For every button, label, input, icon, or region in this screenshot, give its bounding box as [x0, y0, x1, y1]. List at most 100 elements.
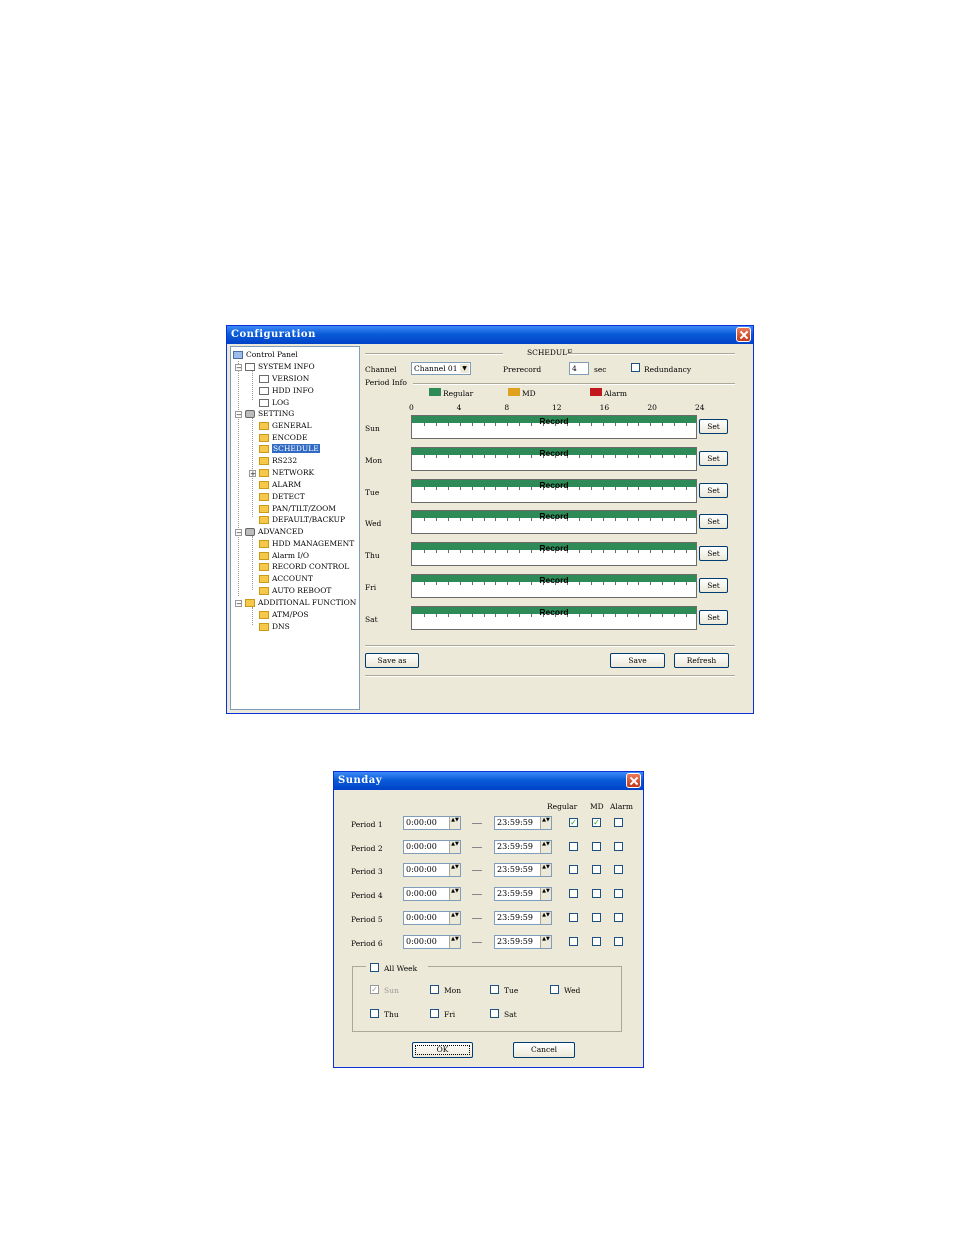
spinner-arrows-icon[interactable]: ▲▼ — [540, 911, 551, 924]
set-button[interactable]: Set — [699, 546, 728, 562]
tree-item-encode[interactable]: ENCODE — [259, 432, 307, 443]
schedule-bar[interactable]: Record — [411, 510, 697, 535]
spinner-arrows-icon[interactable]: ▲▼ — [540, 864, 551, 877]
channel-select[interactable]: Channel 01 ▼ — [411, 362, 471, 375]
tree-item-advanced[interactable]: ADVANCED — [245, 526, 303, 537]
cancel-button[interactable]: Cancel — [513, 1042, 575, 1058]
md-checkbox[interactable] — [592, 936, 601, 946]
tree-item-log[interactable]: LOG — [259, 397, 289, 408]
wed-checkbox[interactable] — [550, 985, 559, 994]
set-button[interactable]: Set — [699, 514, 728, 530]
end-time-input[interactable]: 23:59:59 ▲▼ — [494, 863, 552, 878]
tree-item-auto-reboot[interactable]: AUTO REBOOT — [259, 585, 331, 596]
schedule-bar[interactable]: Record — [411, 574, 697, 598]
set-button[interactable]: Set — [699, 578, 728, 593]
end-time-input[interactable]: 23:59:59 ▲▼ — [494, 910, 552, 925]
collapse-icon[interactable]: − — [235, 364, 242, 372]
tree-item-additional-function[interactable]: ADDITIONAL FUNCTION — [245, 597, 356, 608]
set-button[interactable]: Set — [699, 609, 728, 625]
tree-item-alarm[interactable]: ALARM — [259, 479, 301, 490]
tree-item-alarm-io[interactable]: Alarm I/O — [259, 550, 309, 561]
start-time-input[interactable]: 0:00:00 ▲▼ — [403, 887, 461, 902]
md-checkbox[interactable]: ✓ — [592, 818, 601, 827]
alarm-checkbox[interactable] — [614, 818, 623, 827]
tree-item-system-info[interactable]: SYSTEM INFO — [245, 361, 315, 372]
regular-checkbox[interactable] — [569, 936, 578, 946]
all-week-checkbox[interactable] — [370, 963, 379, 972]
tree-item-hdd-info[interactable]: HDD INFO — [259, 385, 314, 396]
tree-item-setting[interactable]: SETTING — [245, 408, 294, 419]
tree-item-atm-pos[interactable]: ATM/POS — [259, 609, 309, 620]
expand-icon[interactable]: + — [249, 470, 256, 478]
end-time-input[interactable]: 23:59:59 ▲▼ — [494, 816, 552, 830]
spinner-arrows-icon[interactable]: ▲▼ — [449, 911, 460, 924]
ok-button[interactable]: OK — [412, 1042, 473, 1058]
md-checkbox[interactable] — [592, 865, 601, 875]
tree-item-control-panel[interactable]: Control Panel — [233, 349, 298, 360]
regular-checkbox[interactable]: ✓ — [569, 818, 578, 827]
tree-item-general[interactable]: GENERAL — [259, 420, 312, 431]
spinner-arrows-icon[interactable]: ▲▼ — [540, 840, 551, 853]
tree-item-record-control[interactable]: RECORD CONTROL — [259, 561, 349, 572]
tree-item-version[interactable]: VERSION — [259, 373, 309, 384]
save-button[interactable]: Save — [610, 653, 665, 668]
spinner-arrows-icon[interactable]: ▲▼ — [449, 817, 460, 829]
start-time-input[interactable]: 0:00:00 ▲▼ — [403, 934, 461, 949]
mon-checkbox[interactable] — [430, 985, 439, 994]
spinner-arrows-icon[interactable]: ▲▼ — [449, 888, 460, 901]
alarm-checkbox[interactable] — [614, 936, 623, 946]
fri-checkbox[interactable] — [430, 1009, 439, 1018]
spinner-arrows-icon[interactable]: ▲▼ — [449, 935, 460, 948]
tree-item-default-backup[interactable]: DEFAULT/BACKUP — [259, 514, 345, 525]
schedule-bar[interactable]: Record — [411, 446, 697, 471]
tree-item-dns[interactable]: DNS — [259, 621, 290, 632]
alarm-checkbox[interactable] — [614, 865, 623, 875]
spinner-arrows-icon[interactable]: ▲▼ — [540, 935, 551, 948]
tree-item-account[interactable]: ACCOUNT — [259, 573, 313, 584]
prerecord-input[interactable]: 4 — [569, 362, 589, 375]
end-time-input[interactable]: 23:59:59 ▲▼ — [494, 934, 552, 949]
close-icon[interactable] — [626, 773, 641, 788]
start-time-input[interactable]: 0:00:00 ▲▼ — [403, 816, 461, 830]
refresh-button[interactable]: Refresh — [674, 653, 729, 668]
set-button[interactable]: Set — [699, 450, 728, 466]
md-checkbox[interactable] — [592, 889, 601, 899]
schedule-bar[interactable]: Record — [411, 478, 697, 503]
md-checkbox[interactable] — [592, 912, 601, 922]
tree-item-ptz[interactable]: PAN/TILT/ZOOM — [259, 503, 336, 514]
tree-item-detect[interactable]: DETECT — [259, 491, 305, 502]
sun-checkbox[interactable]: ✓ — [370, 985, 379, 994]
regular-checkbox[interactable] — [569, 841, 578, 851]
config-titlebar[interactable]: Configuration — [227, 326, 753, 344]
collapse-icon[interactable]: − — [235, 529, 242, 537]
tree-item-rs232[interactable]: RS232 — [259, 455, 297, 466]
alarm-checkbox[interactable] — [614, 889, 623, 899]
redundancy-checkbox[interactable] — [631, 363, 640, 372]
end-time-input[interactable]: 23:59:59 ▲▼ — [494, 839, 552, 854]
regular-checkbox[interactable] — [569, 889, 578, 899]
regular-checkbox[interactable] — [569, 865, 578, 875]
tree-item-hdd-management[interactable]: HDD MANAGEMENT — [259, 538, 354, 549]
collapse-icon[interactable]: − — [235, 411, 242, 419]
start-time-input[interactable]: 0:00:00 ▲▼ — [403, 863, 461, 878]
start-time-input[interactable]: 0:00:00 ▲▼ — [403, 910, 461, 925]
spinner-arrows-icon[interactable]: ▲▼ — [540, 888, 551, 901]
collapse-icon[interactable]: − — [235, 600, 242, 608]
close-icon[interactable] — [736, 327, 751, 342]
tue-checkbox[interactable] — [490, 985, 499, 994]
set-button[interactable]: Set — [699, 482, 728, 498]
end-time-input[interactable]: 23:59:59 ▲▼ — [494, 887, 552, 902]
spinner-arrows-icon[interactable]: ▲▼ — [449, 840, 460, 853]
alarm-checkbox[interactable] — [614, 912, 623, 922]
save-as-button[interactable]: Save as — [365, 653, 419, 668]
spinner-arrows-icon[interactable]: ▲▼ — [449, 864, 460, 877]
set-button[interactable]: Set — [699, 419, 728, 434]
schedule-bar[interactable]: Record — [411, 542, 697, 567]
md-checkbox[interactable] — [592, 841, 601, 851]
schedule-bar[interactable]: Record — [411, 605, 697, 630]
alarm-checkbox[interactable] — [614, 841, 623, 851]
regular-checkbox[interactable] — [569, 912, 578, 922]
sat-checkbox[interactable] — [490, 1009, 499, 1018]
spinner-arrows-icon[interactable]: ▲▼ — [540, 817, 551, 829]
tree-item-network[interactable]: NETWORK — [259, 467, 314, 478]
